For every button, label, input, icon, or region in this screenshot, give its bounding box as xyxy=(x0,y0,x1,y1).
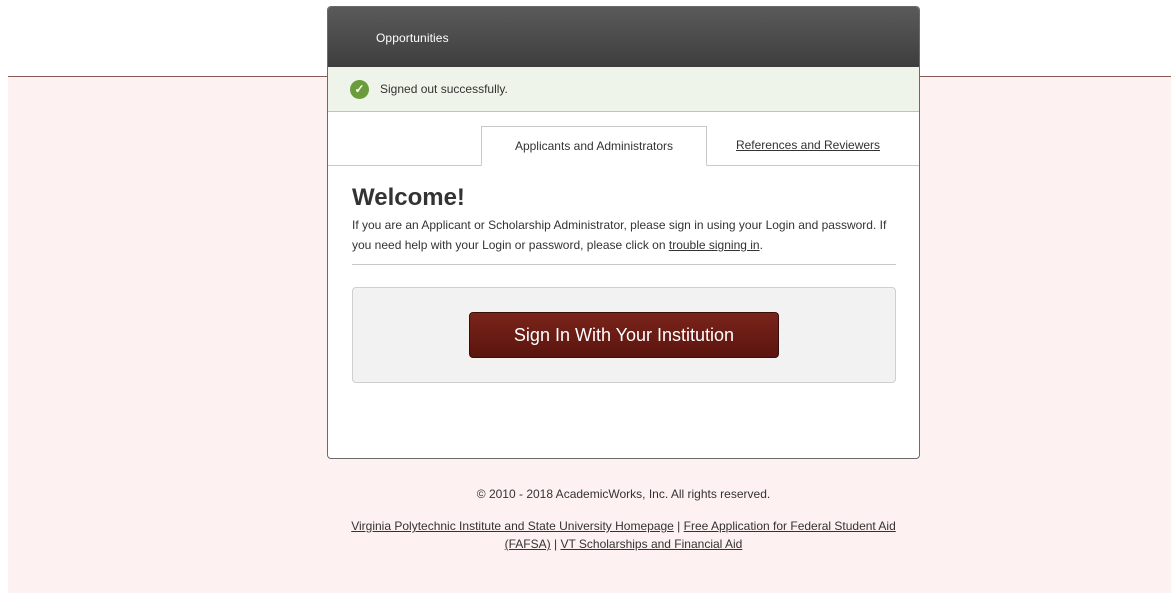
vt-homepage-link[interactable]: Virginia Polytechnic Institute and State… xyxy=(351,519,674,533)
header-title: Opportunities xyxy=(376,31,449,45)
trouble-signing-in-link[interactable]: trouble signing in xyxy=(669,238,760,252)
sign-in-institution-button[interactable]: Sign In With Your Institution xyxy=(469,312,779,358)
divider xyxy=(352,264,896,265)
tab-label: Applicants and Administrators xyxy=(514,139,674,153)
check-circle-icon: ✓ xyxy=(350,79,369,99)
footer: © 2010 - 2018 AcademicWorks, Inc. All ri… xyxy=(327,486,920,553)
link-separator: | xyxy=(550,537,561,551)
success-alert: ✓ Signed out successfully. xyxy=(328,67,919,112)
tab-label: References and Reviewers xyxy=(735,138,881,152)
alert-message: Signed out successfully. xyxy=(380,82,508,96)
card-header: Opportunities xyxy=(328,7,919,67)
welcome-heading: Welcome! xyxy=(352,184,465,211)
footer-links: Virginia Polytechnic Institute and State… xyxy=(327,517,920,553)
signin-panel: Sign In With Your Institution xyxy=(352,287,896,383)
tab-applicants-administrators[interactable]: Applicants and Administrators xyxy=(481,126,707,166)
login-card: Opportunities ✓ Signed out successfully.… xyxy=(327,6,920,459)
tab-bar: Applicants and Administrators References… xyxy=(328,112,919,166)
link-separator: | xyxy=(673,519,684,533)
tab-references-reviewers[interactable]: References and Reviewers xyxy=(718,126,898,164)
vt-scholarships-link[interactable]: VT Scholarships and Financial Aid xyxy=(560,537,742,551)
intro-text: If you are an Applicant or Scholarship A… xyxy=(352,218,887,252)
intro-paragraph: If you are an Applicant or Scholarship A… xyxy=(352,215,892,255)
intro-end: . xyxy=(759,238,763,252)
welcome-section: Welcome! If you are an Applicant or Scho… xyxy=(328,166,919,383)
copyright-text: © 2010 - 2018 AcademicWorks, Inc. All ri… xyxy=(476,487,771,501)
